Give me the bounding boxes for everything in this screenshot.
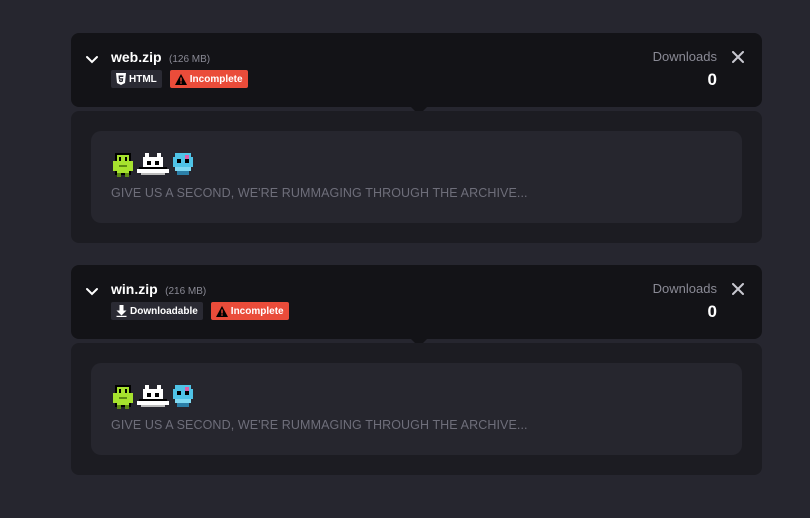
platform-tag: Downloadable <box>111 302 203 320</box>
white-ghost-sprite-icon <box>137 385 169 407</box>
upload-card: web.zip (126 MB) HTML Incomplete Downloa <box>71 33 762 243</box>
file-name: win.zip <box>111 281 158 297</box>
blue-robot-sprite-icon <box>173 385 193 407</box>
upload-header[interactable]: web.zip (126 MB) HTML Incomplete Downloa <box>71 33 762 115</box>
tag-list: Downloadable Incomplete <box>111 302 289 320</box>
upload-title: win.zip (216 MB) <box>111 281 206 299</box>
white-ghost-sprite-icon <box>137 153 169 175</box>
green-frog-sprite-icon <box>113 385 133 409</box>
downloads-label: Downloads <box>652 281 717 296</box>
green-frog-sprite-icon <box>113 153 133 177</box>
platform-tag-label: Downloadable <box>130 305 198 317</box>
file-size: (126 MB) <box>169 54 211 65</box>
status-badge-label: Incomplete <box>189 73 243 85</box>
loading-box: GIVE US A SECOND, WE'RE RUMMAGING THROUG… <box>91 363 742 455</box>
blue-robot-sprite-icon <box>173 153 193 175</box>
upload-card: win.zip (216 MB) Downloadable Incomplete <box>71 265 762 475</box>
upload-details-panel: GIVE US A SECOND, WE'RE RUMMAGING THROUG… <box>71 343 762 475</box>
chevron-down-icon[interactable] <box>85 53 99 67</box>
status-badge: Incomplete <box>169 70 248 88</box>
upload-title: web.zip (126 MB) <box>111 49 210 67</box>
html5-icon <box>116 73 126 85</box>
loading-box: GIVE US A SECOND, WE'RE RUMMAGING THROUG… <box>91 131 742 223</box>
upload-details-panel: GIVE US A SECOND, WE'RE RUMMAGING THROUG… <box>71 111 762 243</box>
close-icon[interactable] <box>732 283 744 295</box>
loading-sprites <box>111 151 195 177</box>
platform-tag: HTML <box>111 70 162 88</box>
status-badge-label: Incomplete <box>230 305 284 317</box>
upload-header[interactable]: win.zip (216 MB) Downloadable Incomplete <box>71 265 762 347</box>
close-icon[interactable] <box>732 51 744 63</box>
loading-message: GIVE US A SECOND, WE'RE RUMMAGING THROUG… <box>111 418 528 432</box>
loading-message: GIVE US A SECOND, WE'RE RUMMAGING THROUG… <box>111 186 528 200</box>
warning-icon <box>215 305 228 317</box>
file-size: (216 MB) <box>165 286 207 297</box>
downloads-label: Downloads <box>652 49 717 64</box>
downloads-count: 0 <box>707 302 717 321</box>
loading-sprites <box>111 383 195 409</box>
chevron-down-icon[interactable] <box>85 285 99 299</box>
file-name: web.zip <box>111 49 162 65</box>
warning-icon <box>174 73 187 85</box>
download-icon <box>116 305 127 317</box>
tag-list: HTML Incomplete <box>111 70 248 88</box>
status-badge: Incomplete <box>210 302 289 320</box>
platform-tag-label: HTML <box>129 73 157 85</box>
downloads-count: 0 <box>707 70 717 89</box>
